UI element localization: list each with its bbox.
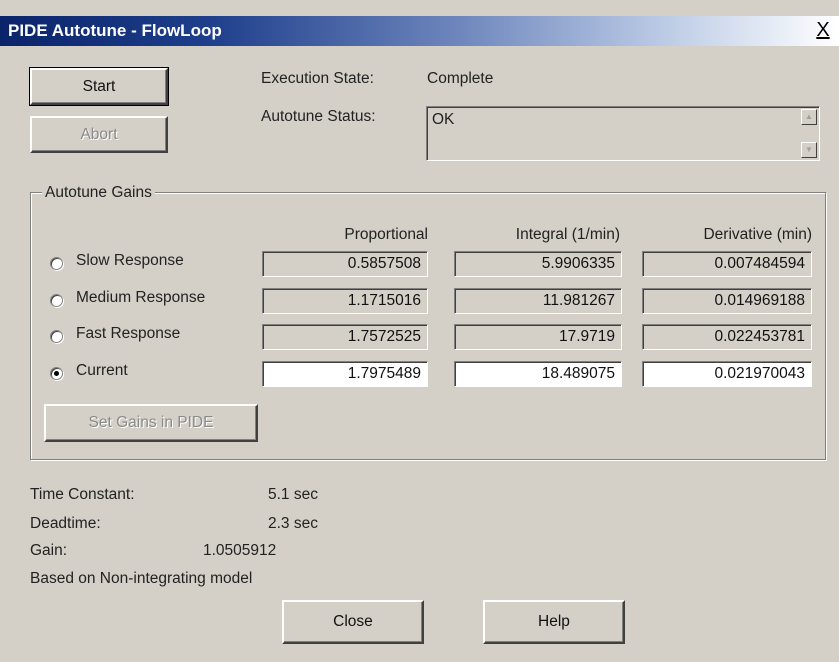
gain-value: 1.0505912 [203, 542, 277, 559]
fast-proportional-field: 1.7572525 [262, 324, 428, 350]
current-label[interactable]: Current [76, 362, 128, 380]
window-title: PIDE Autotune - FlowLoop [8, 21, 222, 40]
time-constant-label: Time Constant: [30, 486, 135, 503]
deadtime-value: 2.3 sec [268, 515, 318, 532]
scroll-up-icon[interactable]: ▲ [801, 109, 817, 125]
start-button[interactable]: Start [29, 67, 169, 106]
slow-proportional-field: 0.5857508 [262, 251, 428, 277]
radio-selected-dot [54, 371, 59, 376]
column-header-proportional: Proportional [344, 226, 428, 243]
autotune-gains-title: Autotune Gains [42, 184, 155, 202]
fast-response-label[interactable]: Fast Response [76, 325, 180, 343]
medium-integral-field: 11.981267 [454, 288, 622, 314]
column-header-derivative: Derivative (min) [703, 226, 812, 243]
slow-derivative-field: 0.007484594 [642, 251, 812, 277]
fast-integral-field: 17.9719 [454, 324, 622, 350]
autotune-status-value: OK [432, 111, 455, 128]
current-derivative-input[interactable]: 0.021970043 [642, 361, 812, 387]
current-integral-input[interactable]: 18.489075 [454, 361, 622, 387]
abort-button: Abort [30, 116, 168, 153]
model-note: Based on Non-integrating model [30, 570, 253, 587]
slow-response-label[interactable]: Slow Response [76, 252, 184, 270]
medium-response-label[interactable]: Medium Response [76, 289, 205, 307]
fast-derivative-field: 0.022453781 [642, 324, 812, 350]
gain-label: Gain: [30, 542, 68, 559]
title-bar[interactable]: PIDE Autotune - FlowLoop X [0, 16, 839, 46]
deadtime-label: Deadtime: [30, 515, 101, 532]
time-constant-value: 5.1 sec [268, 486, 318, 503]
current-proportional-input[interactable]: 1.7975489 [262, 361, 428, 387]
scroll-down-icon[interactable]: ▼ [801, 142, 817, 158]
current-radio[interactable] [50, 367, 63, 380]
autotune-dialog: PIDE Autotune - FlowLoop X Start Abort E… [0, 0, 839, 662]
autotune-status-label: Autotune Status: [261, 108, 376, 125]
dialog-body: Start Abort Execution State: Complete Au… [0, 46, 839, 662]
slow-response-radio[interactable] [50, 257, 63, 270]
medium-proportional-field: 1.1715016 [262, 288, 428, 314]
set-gains-button: Set Gains in PIDE [44, 404, 258, 442]
status-scrollbar[interactable]: ▲ ▼ [801, 109, 817, 158]
medium-derivative-field: 0.014969188 [642, 288, 812, 314]
execution-state-value: Complete [427, 70, 494, 87]
close-button[interactable]: Close [282, 600, 424, 644]
medium-response-radio[interactable] [50, 294, 63, 307]
fast-response-radio[interactable] [50, 330, 63, 343]
close-icon[interactable]: X [811, 19, 835, 41]
slow-integral-field: 5.9906335 [454, 251, 622, 277]
help-button[interactable]: Help [483, 600, 625, 644]
column-header-integral: Integral (1/min) [515, 226, 620, 243]
execution-state-label: Execution State: [261, 70, 374, 87]
autotune-status-box[interactable]: OK ▲ ▼ [426, 106, 820, 161]
